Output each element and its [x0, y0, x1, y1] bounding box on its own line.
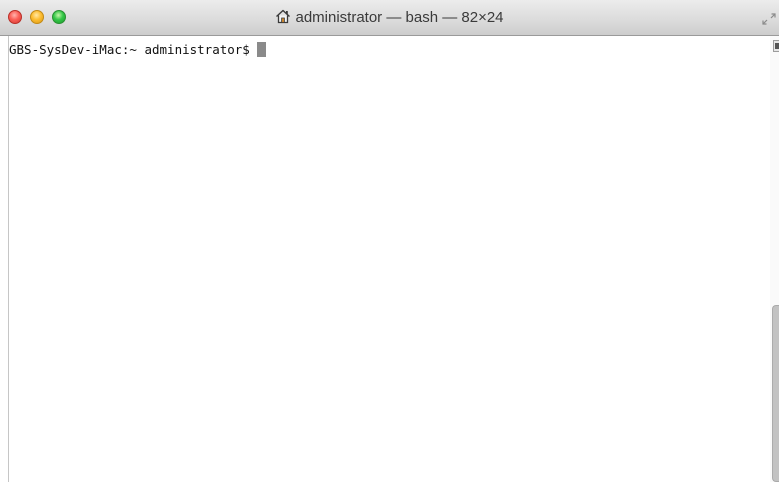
terminal-window: administrator — bash — 82×24 GBS-SysDev-…: [0, 0, 779, 482]
window-title-text: administrator — bash — 82×24: [295, 9, 504, 26]
shell-prompt: GBS-SysDev-iMac:~ administrator$: [9, 42, 250, 57]
prompt-line: GBS-SysDev-iMac:~ administrator$: [9, 41, 266, 59]
split-pane-handle-mark: [775, 43, 779, 49]
title-bar[interactable]: administrator — bash — 82×24: [0, 0, 779, 36]
terminal-output-area[interactable]: GBS-SysDev-iMac:~ administrator$: [8, 36, 770, 482]
fullscreen-arrows-icon[interactable]: [762, 12, 776, 25]
home-icon: [275, 9, 291, 30]
text-cursor: [256, 42, 266, 57]
scrollbar-thumb[interactable]: [772, 305, 779, 482]
window-title: administrator — bash — 82×24: [0, 8, 779, 28]
